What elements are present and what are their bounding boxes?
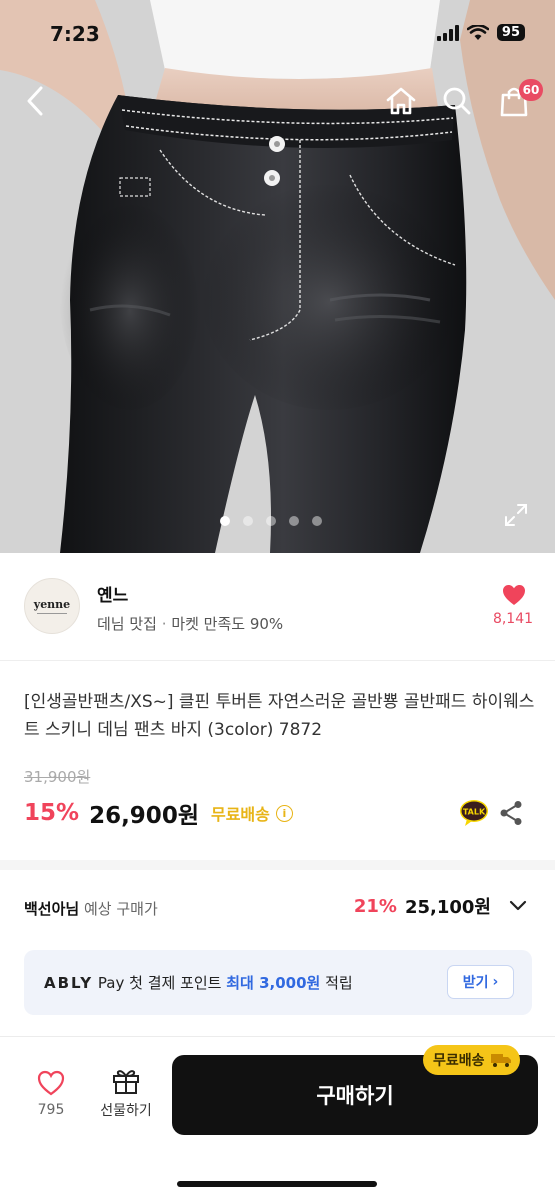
- chevron-left-icon: [27, 86, 43, 116]
- search-icon: [443, 87, 471, 115]
- free-shipping-badge: 무료배송: [423, 1045, 520, 1075]
- cellular-signal-icon: [436, 24, 459, 41]
- bottom-bar-divider: [0, 1036, 555, 1037]
- search-button[interactable]: [440, 84, 474, 118]
- home-icon: [386, 87, 416, 115]
- store-row[interactable]: yenne 옌느 데님 맛집 · 마켓 만족도 90% 8,141: [0, 553, 555, 661]
- gallery-pagination: [220, 516, 322, 526]
- gallery-dot-active[interactable]: [220, 516, 230, 526]
- expand-icon: [505, 504, 527, 526]
- shipping-info-icon[interactable]: i: [275, 804, 293, 822]
- kakao-talk-icon: TALK: [460, 800, 488, 826]
- kakao-talk-label: TALK: [463, 808, 486, 817]
- ably-brand: ABLY: [44, 974, 94, 992]
- expected-price-toggle[interactable]: 21% 25,100원: [354, 893, 527, 919]
- expected-price-text: 예상 구매가: [79, 900, 158, 918]
- store-logo-text: yenne: [33, 598, 71, 611]
- gift-button[interactable]: 선물하기: [88, 1067, 164, 1123]
- chevron-down-icon: [509, 900, 527, 911]
- store-like-button[interactable]: [502, 584, 526, 610]
- price-row: 15% 26,900원 무료배송 i: [24, 796, 293, 830]
- store-satisfaction: 마켓 만족도 90%: [171, 615, 284, 633]
- home-indicator: [177, 1181, 377, 1187]
- expected-discount: 21%: [353, 895, 397, 917]
- gallery-dot[interactable]: [312, 516, 322, 526]
- original-price: 31,900원: [24, 768, 91, 786]
- gift-icon: [113, 1070, 139, 1094]
- user-name: 백선아님: [24, 900, 80, 918]
- ably-pay-text: ABLY Pay 첫 결제 포인트 최대 3,000원 적립: [44, 972, 353, 993]
- store-meta: 데님 맛집 · 마켓 만족도 90%: [97, 613, 283, 634]
- cart-count-badge: 60: [519, 79, 543, 101]
- gift-label: 선물하기: [100, 1103, 152, 1119]
- favorite-button[interactable]: 795: [24, 1070, 78, 1126]
- store-name[interactable]: 옌느: [97, 581, 128, 606]
- free-shipping-label: 무료배송: [210, 805, 270, 824]
- sale-price: 26,900원: [89, 803, 199, 829]
- section-divider: [0, 860, 555, 870]
- favorite-count: 795: [37, 1102, 65, 1118]
- gallery-dot[interactable]: [243, 516, 253, 526]
- back-button[interactable]: [20, 84, 50, 118]
- status-bar: 7:23 95: [0, 0, 555, 70]
- expected-price: 25,100원: [404, 897, 491, 918]
- ably-pay-suffix: Pay: [97, 974, 125, 992]
- share-icon: [500, 801, 522, 825]
- product-title: [인생골반팬츠/XS~] 클핀 투버튼 자연스러운 골반뿅 골반패드 하이웨스트…: [24, 692, 535, 740]
- product-photo: [0, 0, 555, 553]
- battery-icon: 95: [496, 24, 525, 41]
- free-shipping-badge-label: 무료배송: [433, 1053, 485, 1069]
- gallery-dot[interactable]: [266, 516, 276, 526]
- status-icons: 95: [436, 24, 525, 41]
- expected-price-label: 백선아님 예상 구매가: [24, 898, 158, 919]
- pay-text-after: 적립: [320, 974, 353, 992]
- wifi-icon: [466, 24, 489, 40]
- chevron-right-icon: ›: [492, 974, 499, 990]
- heart-filled-icon: [503, 585, 525, 605]
- kakao-talk-button[interactable]: TALK: [459, 799, 489, 831]
- home-button[interactable]: [384, 84, 418, 118]
- store-category: 데님 맛집: [97, 615, 157, 633]
- ably-pay-banner[interactable]: ABLY Pay 첫 결제 포인트 최대 3,000원 적립 받기 ›: [24, 950, 532, 1015]
- store-meta-separator: ·: [161, 615, 167, 633]
- receive-point-label: 받기: [462, 975, 489, 991]
- delivery-truck-icon: [490, 1054, 511, 1067]
- fullscreen-button[interactable]: [503, 502, 529, 532]
- pay-highlight: 최대 3,000원: [226, 974, 321, 992]
- store-logo-underline: [37, 613, 67, 614]
- receive-point-button[interactable]: 받기 ›: [447, 965, 514, 999]
- status-time: 7:23: [50, 22, 100, 46]
- share-button[interactable]: [499, 800, 523, 830]
- pay-text-before: 첫 결제 포인트: [124, 974, 227, 992]
- store-logo[interactable]: yenne: [24, 578, 80, 634]
- gallery-dot[interactable]: [289, 516, 299, 526]
- discount-rate: 15%: [24, 800, 80, 826]
- product-image-gallery[interactable]: 7:23 95 60: [0, 0, 555, 553]
- store-like-count: 8,141: [492, 611, 534, 627]
- heart-outline-icon: [37, 1070, 65, 1096]
